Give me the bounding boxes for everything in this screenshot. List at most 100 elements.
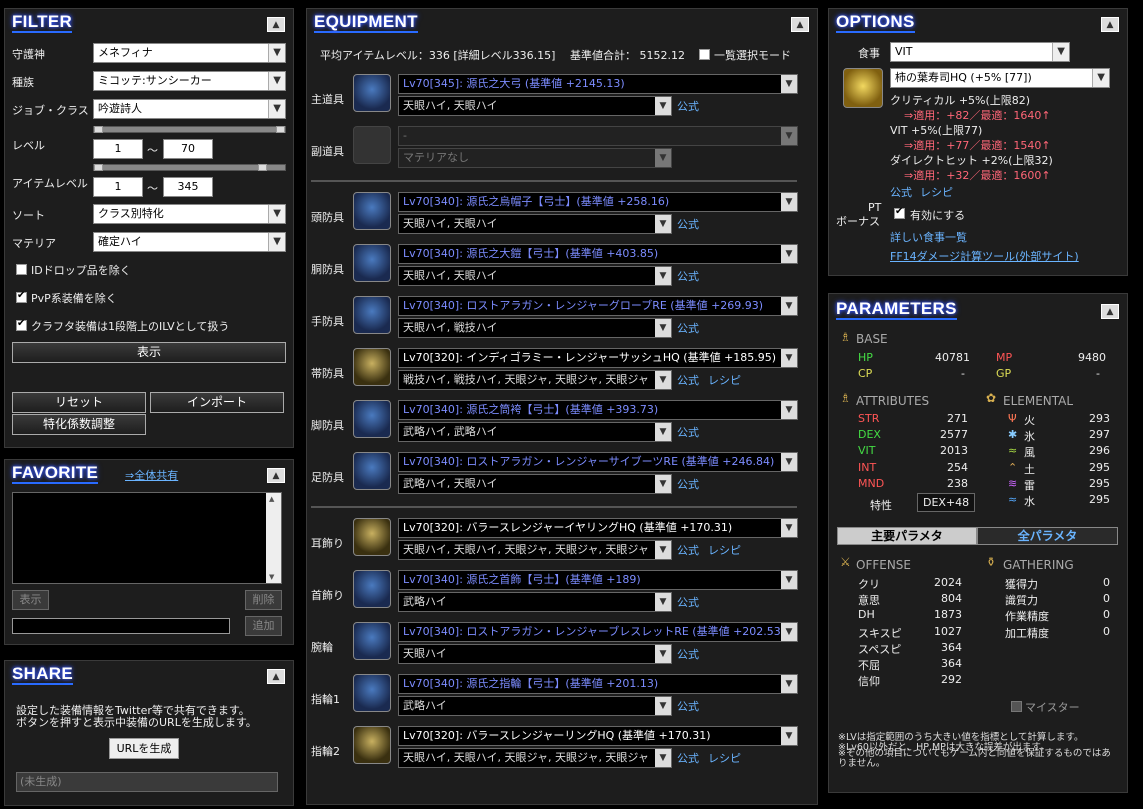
- tab-all-params[interactable]: 全パラメタ: [977, 527, 1118, 545]
- official-link[interactable]: 公式: [677, 750, 699, 766]
- official-link[interactable]: 公式: [677, 476, 699, 492]
- import-button[interactable]: インポート: [150, 392, 284, 413]
- checkbox-crafter[interactable]: [16, 318, 27, 331]
- attr-value: 2013: [940, 444, 968, 458]
- official-link[interactable]: 公式: [677, 372, 699, 388]
- checkbox-pvp[interactable]: [16, 290, 27, 303]
- materia-select[interactable]: 天眼ハイ, 天眼ハイ ▼: [398, 96, 672, 116]
- item-select[interactable]: Lv70[320]: バラースレンジャーイヤリングHQ (基準値 +170.31…: [398, 518, 798, 538]
- recipe-link[interactable]: レシピ: [708, 750, 741, 766]
- item-select[interactable]: Lv70[340]: 源氏之大鎧【弓士】(基準値 +403.85) ▼: [398, 244, 798, 264]
- materia-select[interactable]: 武略ハイ ▼: [398, 696, 672, 716]
- official-link[interactable]: 公式: [677, 542, 699, 558]
- share-url-field[interactable]: (未生成): [16, 772, 278, 792]
- materia-select[interactable]: 天眼ハイ, 天眼ハイ, 天眼ジャ, 天眼ジャ, 天眼ジャ ▼: [398, 748, 672, 768]
- food-recipe-link[interactable]: レシピ: [920, 184, 953, 200]
- materia-select[interactable]: 武略ハイ ▼: [398, 592, 672, 612]
- favorite-name-input[interactable]: [12, 618, 230, 634]
- attr-value: 2577: [940, 428, 968, 442]
- favorite-show-button[interactable]: 表示: [12, 590, 49, 610]
- level-max-input[interactable]: 70: [163, 139, 213, 159]
- recipe-link[interactable]: レシピ: [708, 542, 741, 558]
- food-detail-link[interactable]: 詳しい食事一覧: [890, 229, 967, 245]
- favorite-delete-button[interactable]: 削除: [245, 590, 282, 610]
- guardian-select[interactable]: メネフィナ ▼: [93, 43, 286, 63]
- official-link[interactable]: 公式: [677, 98, 699, 114]
- item-select[interactable]: Lv70[340]: ロストアラガン・レンジャーブレスレットRE (基準値 +2…: [398, 622, 798, 642]
- materia-select[interactable]: 天眼ハイ, 戦技ハイ ▼: [398, 318, 672, 338]
- food-type-select[interactable]: VIT ▼: [890, 42, 1070, 62]
- offense-value: 2024: [934, 576, 962, 589]
- ilvl-max-input[interactable]: 345: [163, 177, 213, 197]
- favorite-add-button[interactable]: 追加: [245, 616, 282, 636]
- official-link[interactable]: 公式: [677, 424, 699, 440]
- official-link[interactable]: 公式: [677, 698, 699, 714]
- gathering-label: 作業精度: [1005, 610, 1049, 624]
- offense-label: スキスピ: [858, 626, 902, 640]
- level-min-input[interactable]: 1: [93, 139, 143, 159]
- element-label: 風: [1024, 446, 1035, 460]
- meister-checkbox[interactable]: [1011, 701, 1022, 712]
- collapse-icon[interactable]: ▲: [1101, 17, 1119, 32]
- item-icon: [353, 518, 391, 556]
- materia-select[interactable]: 武略ハイ, 天眼ハイ ▼: [398, 474, 672, 494]
- collapse-icon[interactable]: ▲: [267, 468, 285, 483]
- favorite-list[interactable]: ▲ ▼: [12, 492, 282, 584]
- share-all-link[interactable]: ⇒全体共有: [125, 467, 178, 483]
- offense-value: 804: [941, 592, 962, 606]
- list-mode-checkbox[interactable]: [699, 49, 710, 60]
- collapse-icon[interactable]: ▲: [791, 17, 809, 32]
- item-select[interactable]: Lv70[340]: ロストアラガン・レンジャーサイブーツRE (基準値 +24…: [398, 452, 798, 472]
- job-select[interactable]: 吟遊詩人 ▼: [93, 99, 286, 119]
- race-select[interactable]: ミコッテ:サンシーカー ▼: [93, 71, 286, 91]
- level-slider[interactable]: [93, 126, 286, 133]
- pt-bonus-checkbox[interactable]: [894, 206, 905, 219]
- official-link[interactable]: 公式: [677, 646, 699, 662]
- collapse-icon[interactable]: ▲: [267, 17, 285, 32]
- materia-select[interactable]: 天眼ハイ, 天眼ハイ, 天眼ジャ, 天眼ジャ, 天眼ジャ ▼: [398, 540, 672, 560]
- ilvl-slider[interactable]: [93, 164, 286, 171]
- tab-main-params[interactable]: 主要パラメタ: [837, 527, 977, 545]
- item-select[interactable]: Lv70[340]: 源氏之首飾【弓士】(基準値 +189) ▼: [398, 570, 798, 590]
- item-select[interactable]: - ▼: [398, 126, 798, 146]
- food-line-3: ダイレクトヒット +2%(上限32): [890, 154, 1053, 167]
- materia-select[interactable]: 天眼ハイ ▼: [398, 644, 672, 664]
- collapse-icon[interactable]: ▲: [1101, 304, 1119, 319]
- item-select[interactable]: Lv70[340]: 源氏之筒袴【弓士】(基準値 +393.73) ▼: [398, 400, 798, 420]
- materia-select[interactable]: 戦技ハイ, 戦技ハイ, 天眼ジャ, 天眼ジャ, 天眼ジャ ▼: [398, 370, 672, 390]
- item-select[interactable]: Lv70[320]: インディゴラミー・レンジャーサッシュHQ (基準値 +18…: [398, 348, 798, 368]
- materia-select[interactable]: 天眼ハイ, 天眼ハイ ▼: [398, 266, 672, 286]
- official-link[interactable]: 公式: [677, 320, 699, 336]
- item-select[interactable]: Lv70[340]: 源氏之烏帽子【弓士】(基準値 +258.16) ▼: [398, 192, 798, 212]
- official-link[interactable]: 公式: [677, 216, 699, 232]
- materia-select[interactable]: 武略ハイ, 武略ハイ ▼: [398, 422, 672, 442]
- materia-select[interactable]: 確定ハイ ▼: [93, 232, 286, 252]
- item-select[interactable]: Lv70[320]: バラースレンジャーリングHQ (基準値 +170.31) ▼: [398, 726, 798, 746]
- generate-url-button[interactable]: URLを生成: [109, 738, 179, 759]
- item-select[interactable]: Lv70[340]: 源氏之指輪【弓士】(基準値 +201.13) ▼: [398, 674, 798, 694]
- materia-select[interactable]: マテリアなし ▼: [398, 148, 672, 168]
- item-icon: [353, 400, 391, 438]
- coef-button[interactable]: 特化係数調整: [12, 414, 146, 435]
- recipe-link[interactable]: レシピ: [708, 372, 741, 388]
- element-value: 293: [1089, 412, 1110, 425]
- ilvl-min-input[interactable]: 1: [93, 177, 143, 197]
- collapse-icon[interactable]: ▲: [267, 669, 285, 684]
- sort-select[interactable]: クラス別特化 ▼: [93, 204, 286, 224]
- item-select[interactable]: Lv70[340]: ロストアラガン・レンジャーグローブRE (基準値 +269…: [398, 296, 798, 316]
- checkbox-id-drop[interactable]: [16, 264, 27, 275]
- item-select[interactable]: Lv70[345]: 源氏之大弓 (基準値 +2145.13) ▼: [398, 74, 798, 94]
- offense-value: 1027: [934, 624, 962, 638]
- materia-select[interactable]: 天眼ハイ, 天眼ハイ ▼: [398, 214, 672, 234]
- official-link[interactable]: 公式: [677, 268, 699, 284]
- food-item-select[interactable]: 柿の葉寿司HQ (+5% [77]) ▼: [890, 68, 1110, 88]
- base-total: 基準値合計： 5152.12: [570, 49, 685, 62]
- ext-tool-link[interactable]: FF14ダメージ計算ツール(外部サイト): [890, 248, 1079, 264]
- offense-label: DH: [858, 608, 875, 622]
- show-button[interactable]: 表示: [12, 342, 286, 363]
- scrollbar[interactable]: ▲ ▼: [266, 493, 281, 583]
- reset-button[interactable]: リセット: [12, 392, 146, 413]
- official-link[interactable]: 公式: [677, 594, 699, 610]
- food-official-link[interactable]: 公式: [890, 184, 912, 200]
- gem-icon: ✿: [986, 391, 997, 405]
